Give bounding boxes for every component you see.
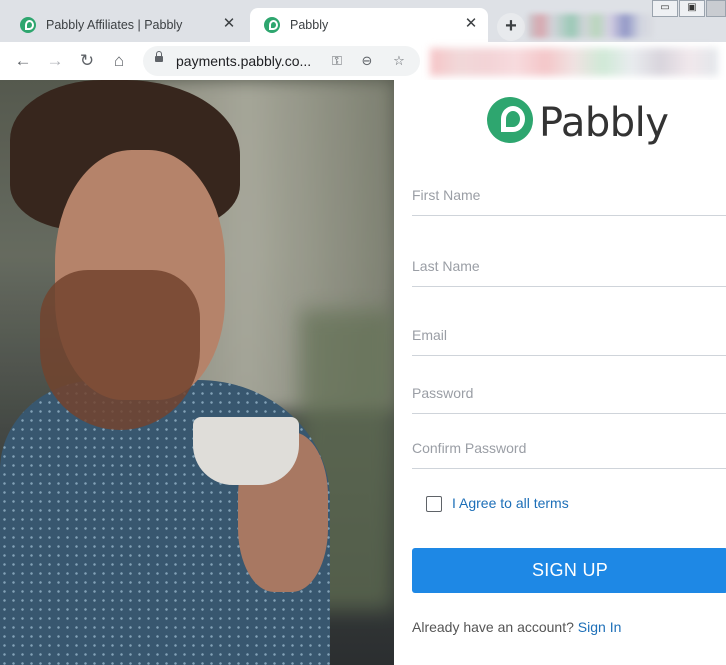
minimize-button[interactable]: ▭ <box>652 0 678 17</box>
url-text[interactable]: payments.pabbly.co... <box>176 53 311 69</box>
blurred-region <box>528 14 653 38</box>
pabbly-favicon-icon <box>264 17 280 33</box>
confirm-password-field[interactable] <box>412 430 722 466</box>
back-arrow-icon[interactable]: ← <box>13 51 33 71</box>
blurred-extensions <box>430 48 718 76</box>
hero-photo <box>0 80 394 665</box>
last-name-field-wrap <box>412 248 726 287</box>
new-tab-button[interactable]: + <box>497 13 525 41</box>
password-field[interactable] <box>412 375 722 411</box>
address-bar[interactable]: payments.pabbly.co... ⚿ ⊖ ☆ <box>143 46 420 76</box>
signup-panel: Pabbly I Agree to all terms SIGN UP Alre… <box>394 80 726 665</box>
zoom-icon[interactable]: ⊖ <box>358 52 376 70</box>
confirm-password-field-wrap <box>412 430 726 469</box>
tab-strip: Pabbly Affiliates | Pabbly ✕ Pabbly ✕ + … <box>0 0 726 42</box>
password-field-wrap <box>412 375 726 414</box>
maximize-button[interactable]: ▣ <box>679 0 705 17</box>
close-icon[interactable]: ✕ <box>462 15 480 33</box>
star-icon[interactable]: ☆ <box>390 52 408 70</box>
key-icon[interactable]: ⚿ <box>328 52 346 70</box>
email-field-wrap <box>412 317 726 356</box>
agree-terms-link[interactable]: I Agree to all terms <box>452 495 569 511</box>
first-name-field-wrap <box>412 177 726 216</box>
sign-in-link[interactable]: Sign In <box>578 619 622 635</box>
logo-text: Pabbly <box>539 100 669 146</box>
email-field[interactable] <box>412 317 722 353</box>
tab-pabbly[interactable]: Pabbly ✕ <box>250 8 488 42</box>
pabbly-favicon-icon <box>20 17 36 33</box>
close-icon[interactable]: ✕ <box>220 15 238 33</box>
tab-pabbly-affiliates[interactable]: Pabbly Affiliates | Pabbly ✕ <box>6 8 246 42</box>
last-name-field[interactable] <box>412 248 722 284</box>
already-account-line: Already have an account? Sign In <box>412 619 621 635</box>
window-close-button[interactable] <box>706 0 726 17</box>
pabbly-logo-icon <box>487 97 533 143</box>
first-name-field[interactable] <box>412 177 722 213</box>
already-account-text: Already have an account? <box>412 619 574 635</box>
home-icon[interactable]: ⌂ <box>109 51 129 71</box>
tab-title: Pabbly Affiliates | Pabbly <box>46 18 183 32</box>
forward-arrow-icon[interactable]: → <box>45 51 65 71</box>
lock-icon <box>155 51 163 62</box>
reload-icon[interactable]: ↻ <box>77 51 97 71</box>
sign-up-button[interactable]: SIGN UP <box>412 548 726 593</box>
agree-checkbox[interactable] <box>426 496 442 512</box>
tab-title: Pabbly <box>290 18 329 32</box>
